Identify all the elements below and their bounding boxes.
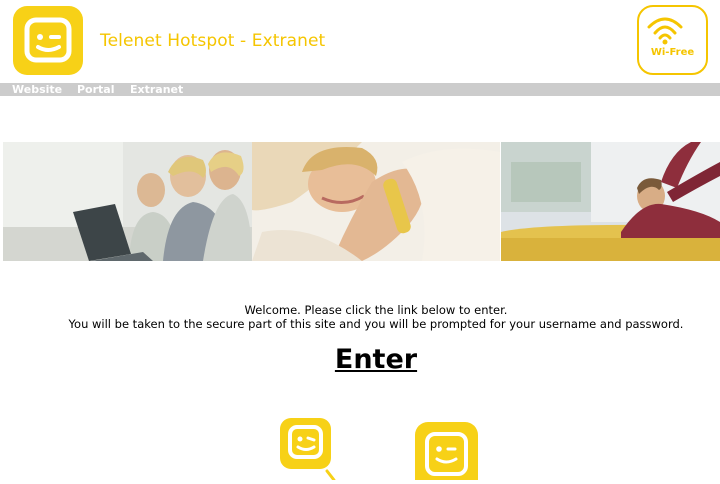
wifi-free-badge: Wi-Free — [637, 5, 708, 75]
smiley-winking-icon — [279, 417, 339, 482]
nav-portal-link[interactable]: Portal — [77, 83, 115, 96]
people-laptop-photo — [3, 142, 252, 261]
nav-website-link[interactable]: Website — [12, 83, 62, 96]
enter-link[interactable]: Enter — [335, 344, 417, 375]
enter-link-container: Enter — [0, 344, 720, 375]
wifi-icon — [647, 17, 683, 45]
welcome-text: Welcome. Please click the link below to … — [244, 303, 508, 317]
woman-phone-photo — [252, 142, 500, 261]
page-header: Telenet Hotspot - Extranet Wi-Free — [0, 0, 720, 83]
nav-bar: Website Portal Extranet — [0, 83, 720, 96]
nav-extranet-link[interactable]: Extranet — [130, 83, 183, 96]
site-title: Telenet Hotspot - Extranet — [100, 31, 326, 51]
man-sofa-photo — [501, 142, 720, 261]
telenet-logo-icon[interactable] — [13, 6, 83, 75]
wifi-free-label: Wi-Free — [650, 47, 695, 58]
instructions-text: You will be taken to the secure part of … — [68, 317, 684, 331]
smiley-logo-icon — [415, 422, 478, 484]
